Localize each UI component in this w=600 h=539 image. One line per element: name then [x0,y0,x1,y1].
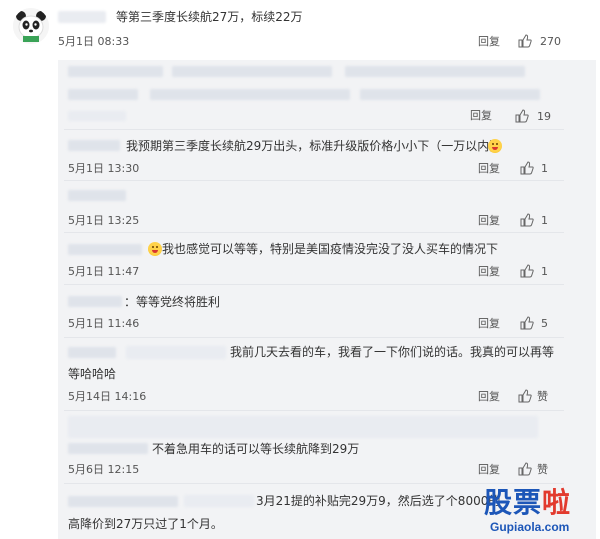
like-count: 赞 [537,390,548,403]
reply-button[interactable]: 回复 [478,265,500,279]
reply-time: 5月1日 13:25 [68,214,140,227]
reply-button[interactable]: 回复 [478,162,500,176]
avatar[interactable] [13,8,49,44]
watermark-logo: 股票啦 Gupiaola.com [484,487,596,537]
panda-avatar-icon [13,8,49,44]
thumbs-up-icon[interactable] [515,109,529,123]
reply-button[interactable]: 回复 [478,35,500,49]
reply-time: 5月1日 11:46 [68,317,140,330]
username-blurred[interactable] [68,496,178,507]
reply-time: 5月14日 14:16 [68,390,147,403]
like-count: 赞 [537,463,548,476]
username-blurred[interactable] [68,347,116,358]
thumbs-up-icon[interactable] [520,161,534,175]
like-count: 5 [541,317,548,330]
reply-text: 我前几天去看的车，我看了一下你们说的话。我真的可以再等 [230,345,555,359]
emoji-icon [148,242,162,256]
reply-button[interactable]: 回复 [478,317,500,331]
like-count: 1 [541,162,548,175]
reply-time: 5月1日 13:30 [68,162,140,175]
username-blurred[interactable] [68,190,126,201]
watermark-url: Gupiaola.com [490,520,570,534]
thumbs-up-icon[interactable] [518,389,532,403]
like-count: 1 [541,214,548,227]
reply-text-continued: 等哈哈哈 [68,367,117,381]
thumbs-up-icon[interactable] [518,34,532,48]
reply-button[interactable]: 回复 [478,390,500,404]
emoji-icon [488,139,502,153]
reply-text: 我也感觉可以等等，特别是美国疫情没完没了没人买车的情况下 [162,242,499,256]
reply-text: 不着急用车的话可以等长续航降到29万 [152,442,360,456]
thumbs-up-icon[interactable] [520,316,534,330]
thumbs-up-icon[interactable] [518,462,532,476]
thumbs-up-icon[interactable] [520,213,534,227]
reply-time: 5月1日 11:47 [68,265,140,278]
username-blurred[interactable] [58,11,106,23]
reply-button[interactable]: 回复 [478,463,500,477]
username-blurred[interactable] [68,140,120,151]
main-comment: 等第三季度长续航27万，标续22万 5月1日 08:33 回复 270 [0,0,600,58]
watermark-text-blue: 股票 [484,486,543,519]
thumbs-up-icon[interactable] [520,264,534,278]
reply-text: 我预期第三季度长续航29万出头，标准升级版价格小小下（一万以内） [126,139,502,153]
reply-text-continued: 高降价到27万只过了1个月。 [68,517,223,531]
reply-button[interactable]: 回复 [478,214,500,228]
reply-button[interactable]: 回复 [470,109,492,123]
watermark-text-red: 啦 [542,486,572,519]
like-count: 1 [541,265,548,278]
reply-text: 3月21提的补贴完29万9，然后选了个8000的 [256,494,501,508]
like-count: 270 [540,35,561,48]
reply-text: ：等等党终将胜利 [124,295,221,309]
comment-time: 5月1日 08:33 [58,35,130,48]
comment-text: 等第三季度长续航27万，标续22万 [116,10,303,24]
username-blurred[interactable] [68,244,142,255]
reply-time: 5月6日 12:15 [68,463,140,476]
username-blurred[interactable] [68,296,122,307]
username-blurred[interactable] [68,443,148,454]
like-count: 19 [537,110,551,123]
